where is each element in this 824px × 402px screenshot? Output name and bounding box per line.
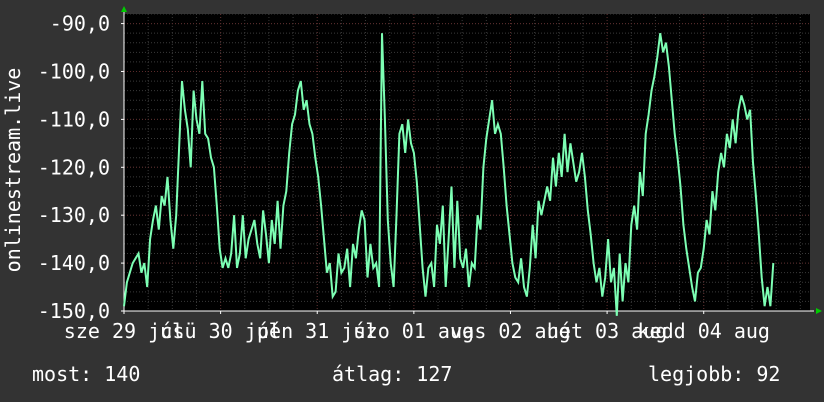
line-chart: -90,0-100,0-110,0-120,0-130,0-140,0-150,… [38,6,822,343]
y-tick-label: -130,0 [38,203,110,227]
average-value: átlag: 127 [332,362,453,386]
y-tick-label: -100,0 [38,59,110,83]
y-axis-title: onlinestream.live [1,60,25,280]
y-tick-label: -90,0 [50,12,110,36]
graph-panel: -90,0 -100,0 -110,0 -120,0 -130,0 -140,0 -150,… [0,0,824,402]
y-axis-title-text: onlinestream.live [1,67,25,273]
y-tick-label: -120,0 [38,155,110,179]
best-value: legjobb: 92 [648,362,781,386]
current-value: most: 140 [32,362,141,386]
x-axis: sze 29 júlcsü 30 júlpén 31 júlszo 01 aug… [64,310,814,343]
y-tick-label: -110,0 [38,107,110,131]
x-tick-label: kedd 04 aug [637,319,769,343]
y-axis-arrow [121,6,127,12]
x-axis-arrow [816,308,822,314]
y-tick-label: -140,0 [38,251,110,275]
y-axis: -90,0-100,0-110,0-120,0-130,0-140,0-150,… [38,10,125,323]
